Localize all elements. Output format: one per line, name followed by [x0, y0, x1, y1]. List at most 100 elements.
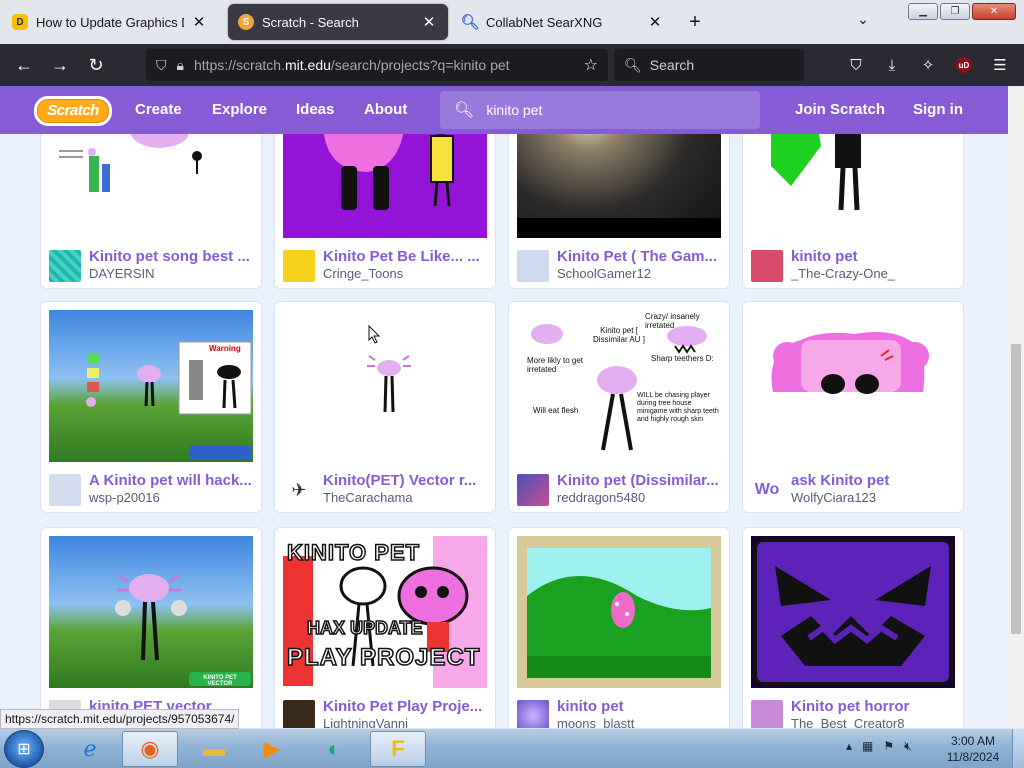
scratch-search-input[interactable]: 🔍︎ kinito pet [440, 91, 760, 129]
avatar[interactable] [49, 474, 81, 506]
project-title[interactable]: kinito pet [557, 698, 723, 715]
bookmark-star-icon[interactable]: ☆ [584, 55, 598, 75]
project-author[interactable]: TheCarachama [323, 490, 489, 505]
minimize-button[interactable]: ▁ [908, 3, 938, 20]
project-author[interactable]: WolfyCiara123 [791, 490, 957, 505]
project-card[interactable]: ✈︎ Kinito(PET) Vector r... TheCarachama [274, 301, 496, 513]
project-author[interactable]: _The-Crazy-One_ [791, 266, 957, 281]
project-thumbnail[interactable]: KINITO PET VECTOR [49, 536, 253, 688]
project-thumbnail[interactable]: KINITO PET HAX UPDATE PLAY PROJECT [283, 536, 487, 688]
project-card[interactable]: KINITO PET VECTOR kinito PET vector [40, 527, 262, 728]
project-title[interactable]: ask Kinito pet [791, 472, 957, 489]
project-author[interactable]: LightningVanni [323, 716, 489, 728]
project-card[interactable]: Crazy/ insanely irretated Kinito pet [ D… [508, 301, 730, 513]
project-title[interactable]: Kinito Pet Play Proje... [323, 698, 489, 715]
browser-search-input[interactable]: 🔍︎ Search [614, 49, 804, 81]
project-title[interactable]: Kinito pet horror [791, 698, 957, 715]
url-text[interactable]: https://scratch.mit.edu/search/projects?… [194, 57, 510, 73]
chevron-down-icon[interactable]: ⌄ [852, 11, 874, 28]
volume-muted-icon[interactable]: 🔇︎ [904, 739, 912, 754]
project-title[interactable]: Kinito Pet Be Like... ... [323, 248, 489, 265]
sign-in-link[interactable]: Sign in [913, 86, 963, 134]
avatar[interactable]: ✈︎ [283, 474, 315, 506]
project-author[interactable]: SchoolGamer12 [557, 266, 723, 281]
avatar[interactable] [517, 250, 549, 282]
flash-app-icon[interactable]: F [370, 731, 426, 767]
flag-icon[interactable]: ⚑ [883, 739, 894, 754]
nav-about[interactable]: About [364, 86, 407, 134]
network-icon[interactable]: ▦ [862, 739, 873, 754]
tab-scratch-search[interactable]: S Scratch - Search ✕ [228, 4, 448, 40]
avatar[interactable] [751, 700, 783, 728]
avatar[interactable] [49, 250, 81, 282]
new-tab-icon[interactable]: + [684, 11, 706, 33]
firefox-icon[interactable]: ◉ [122, 731, 178, 767]
media-player-icon[interactable]: ▶ [244, 731, 300, 767]
project-author[interactable]: The_Best_Creator8 [791, 716, 957, 728]
project-title[interactable]: kinito pet [791, 248, 957, 265]
avatar[interactable] [517, 474, 549, 506]
vertical-scrollbar[interactable] [1008, 86, 1024, 728]
nav-ideas[interactable]: Ideas [296, 86, 334, 134]
restore-button[interactable]: ❐ [940, 3, 970, 20]
project-thumbnail[interactable] [517, 536, 721, 688]
close-icon[interactable]: ✕ [190, 13, 208, 31]
avatar[interactable]: Wo [751, 474, 783, 506]
project-thumbnail[interactable]: Warning [49, 310, 253, 462]
avatar[interactable] [751, 250, 783, 282]
lock-icon[interactable]: 🔒︎ [177, 57, 184, 74]
taskbar-clock[interactable]: 3:00 AM 11/8/2024 [938, 733, 1008, 765]
avatar[interactable] [283, 700, 315, 728]
project-card[interactable]: Kinito pet horror The_Best_Creator8 [742, 527, 964, 728]
close-icon[interactable]: ✕ [646, 13, 664, 31]
tab-graphics-driver[interactable]: D How to Update Graphics Driver ✕ [2, 4, 218, 40]
project-card[interactable]: Wo ask Kinito pet WolfyCiara123 [742, 301, 964, 513]
close-icon[interactable]: ✕ [420, 13, 438, 31]
extensions-icon[interactable]: ✧ [918, 55, 938, 75]
reload-icon[interactable]: ↻ [82, 51, 110, 79]
ublock-icon[interactable]: uD [956, 57, 972, 73]
download-icon[interactable]: ⤓ [882, 55, 902, 75]
project-author[interactable]: DAYERSIN [89, 266, 255, 281]
project-title[interactable]: A Kinito pet will hack... [89, 472, 255, 489]
avatar[interactable] [517, 700, 549, 728]
close-window-button[interactable]: ✕ [972, 3, 1016, 20]
project-author[interactable]: Cringe_Toons [323, 266, 489, 281]
thumb-heading: PLAY PROJECT [286, 643, 481, 672]
nav-explore[interactable]: Explore [212, 86, 267, 134]
nav-create[interactable]: Create [135, 86, 182, 134]
project-author[interactable]: moons_blastt [557, 716, 723, 728]
url-bar[interactable]: ⛉ 🔒︎ https://scratch.mit.edu/search/proj… [146, 49, 608, 81]
project-title[interactable]: Kinito pet song best ... [89, 248, 255, 265]
start-button[interactable]: ⊞ [4, 730, 44, 768]
pocket-icon[interactable]: ⛉ [846, 55, 866, 75]
back-arrow-icon[interactable]: ← [10, 51, 38, 79]
project-title[interactable]: Kinito(PET) Vector r... [323, 472, 489, 489]
shield-icon[interactable]: ⛉ [156, 57, 167, 74]
scratch-logo[interactable]: Scratch [34, 96, 112, 126]
forward-arrow-icon[interactable]: → [46, 51, 74, 79]
folder-icon[interactable]: ▬ [186, 731, 242, 767]
join-scratch-link[interactable]: Join Scratch [795, 86, 885, 134]
project-card[interactable]: kinito pet moons_blastt [508, 527, 730, 728]
menu-hamburger-icon[interactable]: ☰ [990, 55, 1010, 75]
show-desktop-button[interactable] [1012, 729, 1024, 768]
warning-text: Warning [209, 344, 241, 353]
project-author[interactable]: wsp-p20016 [89, 490, 255, 505]
avatar[interactable] [283, 250, 315, 282]
project-author[interactable]: reddragon5480 [557, 490, 723, 505]
project-card[interactable]: Warning A Kinito pet will hack... wsp-p2… [40, 301, 262, 513]
project-thumbnail[interactable]: Crazy/ insanely irretated Kinito pet [ D… [517, 310, 721, 462]
globe-app-icon[interactable]: ◐ [306, 731, 362, 767]
project-thumbnail[interactable] [751, 536, 955, 688]
internet-explorer-icon[interactable]: ℯ [62, 731, 118, 767]
tab-collabnet-searxng[interactable]: 🔍︎ CollabNet SearXNG ✕ [452, 4, 674, 40]
project-title[interactable]: Kinito pet (Dissimilar... [557, 472, 723, 489]
tray-expand-icon[interactable]: ▴ [846, 739, 852, 754]
project-thumbnail[interactable] [283, 310, 487, 462]
tab-title: How to Update Graphics Driver [36, 14, 184, 30]
scrollbar-thumb[interactable] [1011, 344, 1021, 634]
project-title[interactable]: Kinito Pet ( The Gam... [557, 248, 723, 265]
project-thumbnail[interactable] [751, 310, 955, 462]
project-card[interactable]: KINITO PET HAX UPDATE PLAY PROJECT Kinit… [274, 527, 496, 728]
